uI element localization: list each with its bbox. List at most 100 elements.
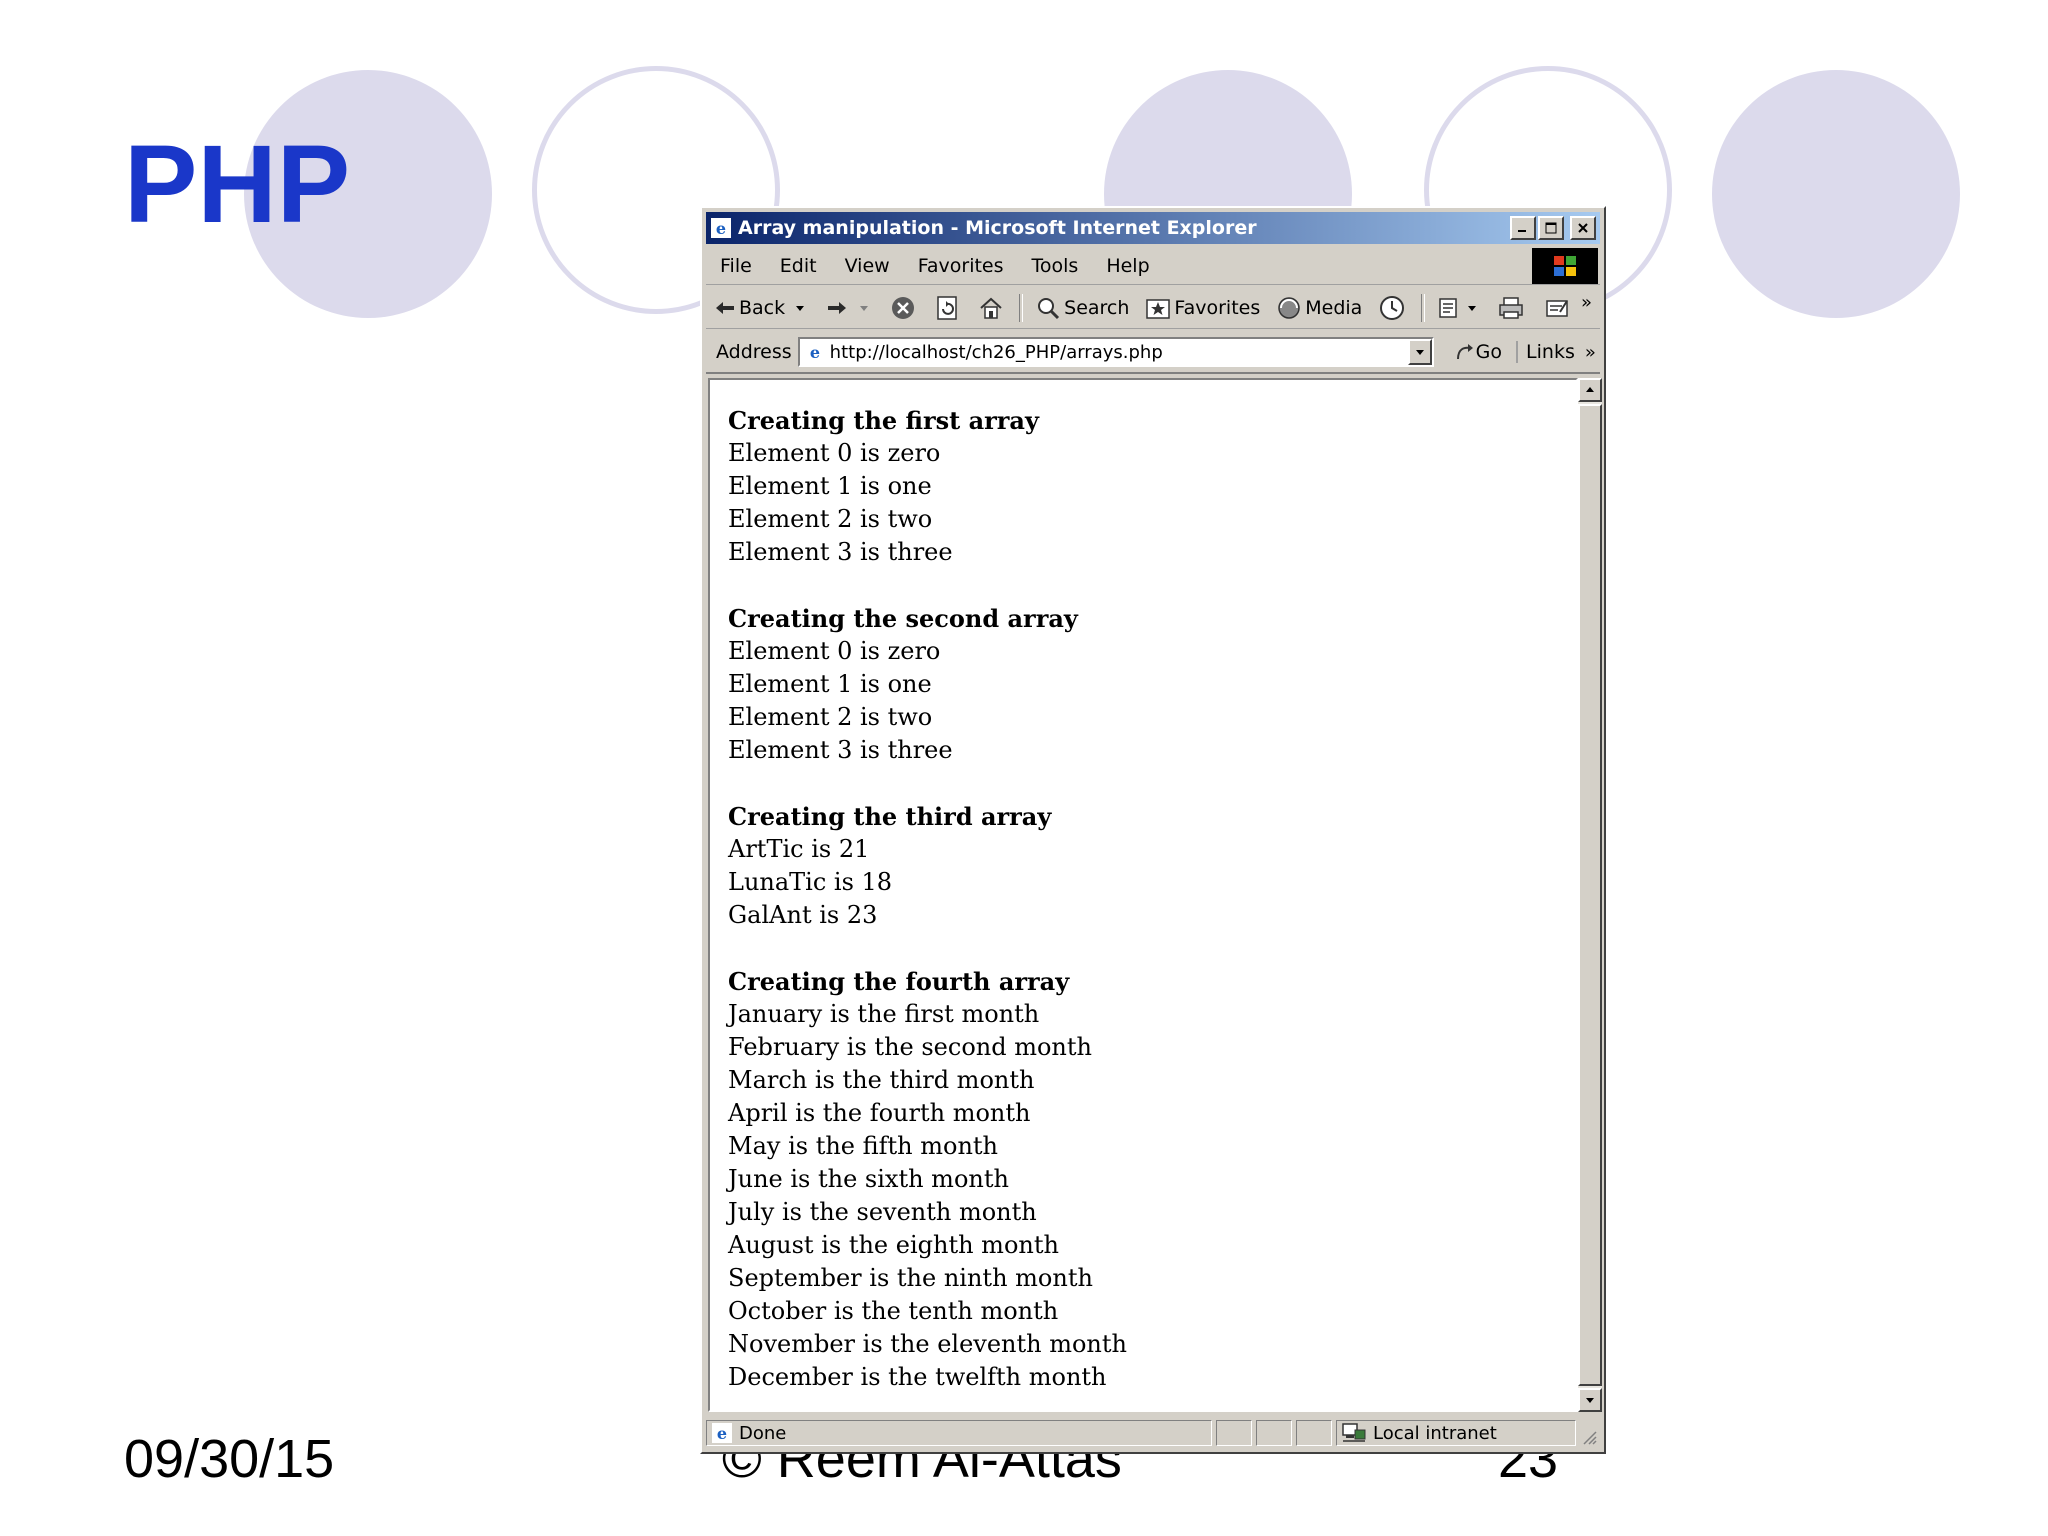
print-button[interactable] — [1489, 295, 1536, 321]
local-intranet-icon — [1342, 1423, 1366, 1442]
window-title: Array manipulation - Microsoft Internet … — [738, 217, 1257, 239]
footer-date: 09/30/15 — [124, 1429, 335, 1489]
maximize-icon — [1545, 222, 1557, 234]
output-line: Element 0 is zero — [728, 439, 941, 467]
ie-logo-icon: e — [711, 218, 731, 238]
status-cell-empty — [1256, 1420, 1292, 1446]
output-line: December is the twelfth month — [728, 1363, 1107, 1391]
go-arrow-icon — [1456, 344, 1473, 360]
output-line: GalAnt is 23 — [728, 901, 878, 929]
standard-toolbar: Back Search Favorites Media » — [706, 288, 1600, 329]
array-section: Creating the fourth array January is the… — [728, 965, 1576, 1394]
output-line: January is the first month — [728, 1000, 1040, 1028]
toolbar-separator — [1019, 294, 1024, 322]
media-icon — [1278, 297, 1300, 319]
menu-view[interactable]: View — [831, 255, 904, 277]
output-line: LunaTic is 18 — [728, 868, 893, 896]
maximize-button[interactable] — [1538, 216, 1564, 240]
svg-text:e: e — [716, 219, 726, 238]
array-section: Creating the first array Element 0 is ze… — [728, 404, 1576, 569]
mail-icon — [1439, 298, 1458, 318]
arrow-down-icon — [1586, 1398, 1594, 1403]
go-button[interactable]: Go — [1434, 341, 1516, 363]
output-line: April is the fourth month — [728, 1099, 1031, 1127]
media-button[interactable]: Media — [1268, 295, 1370, 321]
scroll-down-button[interactable] — [1578, 1388, 1602, 1412]
edit-button[interactable] — [1536, 296, 1581, 320]
svg-text:e: e — [717, 1424, 727, 1443]
menu-file[interactable]: File — [706, 255, 766, 277]
zone-text: Local intranet — [1373, 1422, 1497, 1444]
windows-flag-icon — [1554, 256, 1576, 276]
slide-title: PHP — [124, 123, 351, 246]
stop-icon — [892, 297, 915, 319]
windows-logo — [1532, 248, 1598, 284]
minimize-button[interactable] — [1510, 216, 1536, 240]
output-line: Element 1 is one — [728, 472, 932, 500]
output-line: July is the seventh month — [728, 1198, 1037, 1226]
output-line: Element 0 is zero — [728, 637, 941, 665]
section-heading: Creating the fourth array — [728, 967, 1070, 996]
menu-help[interactable]: Help — [1092, 255, 1163, 277]
chevron-down-icon — [1415, 350, 1424, 355]
favorites-label: Favorites — [1174, 297, 1261, 319]
browser-window: e Array manipulation - Microsoft Interne… — [700, 206, 1606, 1454]
address-dropdown-button[interactable] — [1407, 339, 1432, 365]
links-overflow-chevron[interactable]: » — [1585, 342, 1596, 363]
menu-bar: File Edit View Favorites Tools Help — [706, 248, 1600, 285]
output-line: August is the eighth month — [728, 1231, 1059, 1259]
links-button[interactable]: Links — [1516, 341, 1575, 363]
title-bar[interactable]: e Array manipulation - Microsoft Interne… — [706, 212, 1600, 244]
favorites-button[interactable]: Favorites — [1137, 296, 1268, 320]
arrow-up-icon — [1586, 387, 1594, 392]
stop-button[interactable] — [882, 295, 927, 321]
address-bar: Address e http://localhost/ch26_PHP/arra… — [706, 332, 1600, 374]
close-button[interactable] — [1570, 216, 1596, 240]
mail-button[interactable] — [1429, 295, 1489, 321]
address-label: Address — [716, 341, 792, 363]
menu-favorites[interactable]: Favorites — [904, 255, 1018, 277]
back-label: Back — [739, 297, 786, 319]
favorites-star-icon — [1146, 299, 1171, 319]
chevron-down-icon — [796, 306, 805, 311]
edit-page-icon — [1546, 300, 1569, 317]
resize-grip-icon[interactable] — [1580, 1428, 1598, 1446]
output-line: June is the sixth month — [728, 1165, 1009, 1193]
menu-edit[interactable]: Edit — [766, 255, 831, 277]
output-line: ArtTic is 21 — [728, 835, 870, 863]
search-label: Search — [1064, 297, 1130, 319]
menu-tools[interactable]: Tools — [1018, 255, 1093, 277]
output-line: March is the third month — [728, 1066, 1035, 1094]
printer-icon — [1499, 297, 1524, 319]
close-icon — [1578, 223, 1588, 233]
media-label: Media — [1305, 297, 1363, 319]
scroll-thumb[interactable] — [1578, 404, 1602, 1386]
toolbar-overflow-chevron[interactable]: » — [1581, 292, 1592, 313]
chevron-down-icon — [1468, 306, 1477, 311]
history-button[interactable] — [1370, 294, 1417, 322]
address-url: http://localhost/ch26_PHP/arrays.php — [829, 341, 1163, 363]
scroll-up-button[interactable] — [1578, 378, 1602, 402]
output-line: Element 2 is two — [728, 703, 933, 731]
output-line: May is the fifth month — [728, 1132, 999, 1160]
vertical-scrollbar[interactable] — [1578, 378, 1602, 1412]
output-line: Element 3 is three — [728, 736, 953, 764]
refresh-button[interactable] — [927, 295, 970, 321]
search-button[interactable]: Search — [1027, 295, 1137, 321]
output-line: Element 3 is three — [728, 538, 953, 566]
home-button[interactable] — [970, 296, 1015, 320]
toolbar-separator — [1421, 294, 1426, 322]
section-heading: Creating the third array — [728, 802, 1052, 831]
output-line: February is the second month — [728, 1033, 1092, 1061]
back-arrow-icon — [716, 302, 734, 314]
back-button[interactable]: Back — [706, 297, 818, 319]
output-line: Element 1 is one — [728, 670, 932, 698]
output-line: November is the eleventh month — [728, 1330, 1127, 1358]
address-input[interactable]: e http://localhost/ch26_PHP/arrays.php — [797, 337, 1434, 367]
status-cell-empty — [1296, 1420, 1332, 1446]
forward-button[interactable] — [818, 299, 882, 317]
page-done-icon: e — [712, 1423, 732, 1443]
array-section: Creating the third array ArtTic is 21 Lu… — [728, 800, 1576, 932]
status-bar: e Done Local intranet — [706, 1418, 1600, 1448]
chevron-down-icon — [860, 306, 869, 311]
